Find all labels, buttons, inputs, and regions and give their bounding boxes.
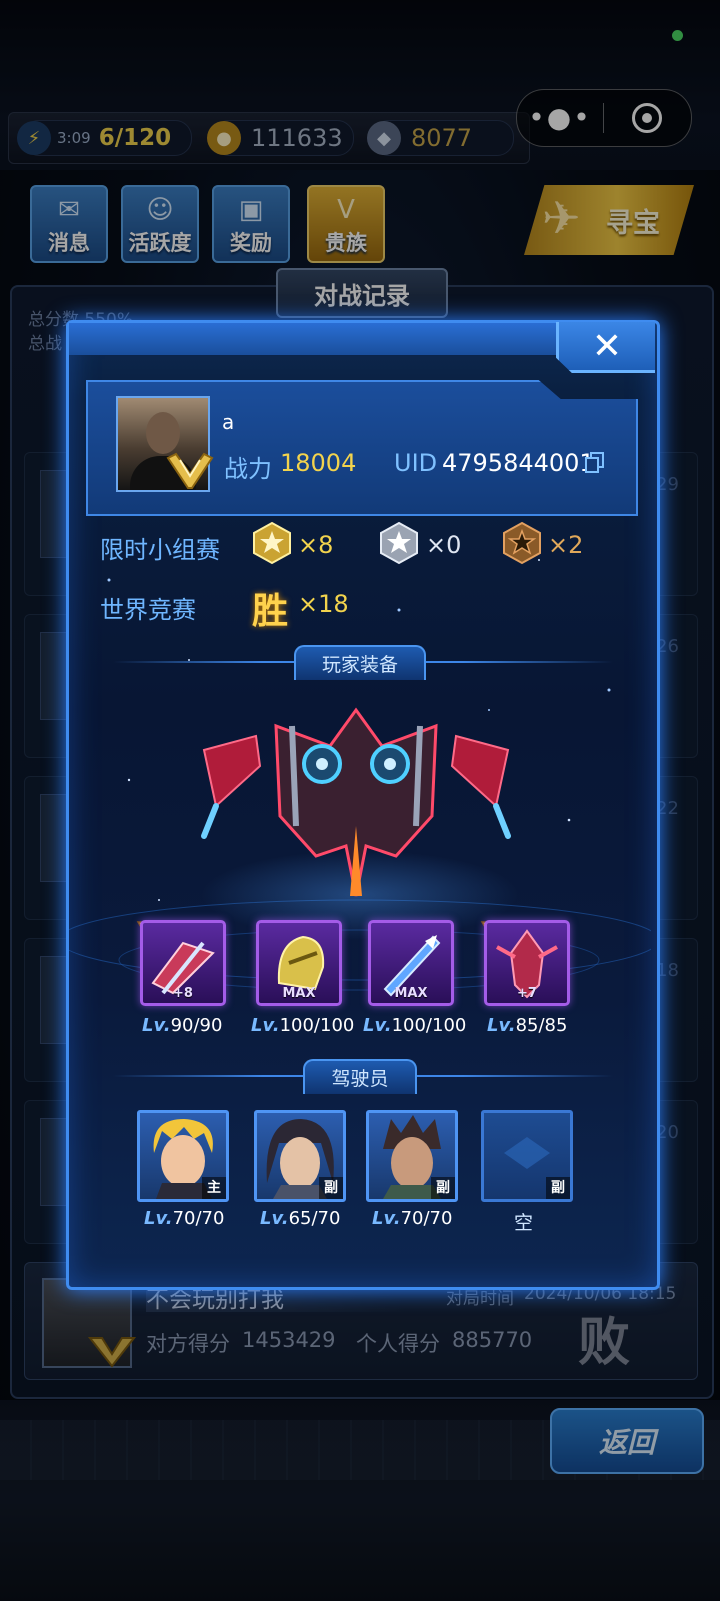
pilot-level: Lv.65/70 — [260, 1208, 341, 1229]
pilot-level: Lv.70/70 — [144, 1208, 225, 1229]
pilot-slot-main[interactable]: 主 — [137, 1110, 229, 1202]
equipment-level: Lv.90/90 — [142, 1015, 223, 1036]
silver-medal-icon — [380, 521, 418, 565]
power-value: 18004 — [280, 449, 357, 477]
equipment-title: 玩家装备 — [293, 644, 426, 680]
uid-label: UID — [394, 449, 438, 477]
pilot-role-tag: 副 — [546, 1177, 570, 1199]
bronze-medal-icon — [503, 521, 541, 565]
pilots-section-header: 驾驶员 — [69, 1058, 651, 1094]
equipment-level: Lv.100/100 — [251, 1015, 355, 1036]
pilots-title: 驾驶员 — [303, 1058, 417, 1094]
pilot-slot-sub-2[interactable]: 副 — [366, 1110, 458, 1202]
equipment-tag: MAX — [282, 986, 316, 1001]
uid-value: 4795844001 — [442, 449, 595, 477]
close-button[interactable]: ✕ — [556, 322, 655, 373]
empty-pilot-label: 空 — [514, 1212, 534, 1234]
pilot-slot-empty[interactable]: 副 — [481, 1110, 573, 1202]
player-name: a — [222, 410, 235, 434]
equipment-slot-mech[interactable]: +7 — [484, 920, 570, 1006]
equipment-tag: +8 — [173, 986, 193, 1001]
v-rank-badge-icon — [166, 452, 214, 489]
equipment-tag: MAX — [394, 986, 428, 1001]
pilot-role-tag: 主 — [202, 1177, 226, 1199]
gold-medal-icon — [253, 521, 291, 565]
pilot-role-tag: 副 — [431, 1177, 455, 1199]
fighter-ship-illustration — [201, 707, 511, 897]
equipment-level: Lv.100/100 — [363, 1015, 467, 1036]
copy-icon[interactable] — [585, 452, 605, 474]
power-label: 战力 — [224, 455, 272, 483]
win-count: ×18 — [298, 590, 349, 618]
bronze-medal-count: ×2 — [548, 531, 584, 559]
gold-medal-count: ×8 — [298, 531, 334, 559]
equipment-section-header: 玩家装备 — [69, 644, 651, 680]
pilot-role-tag: 副 — [319, 1177, 343, 1199]
limited-group-label: 限时小组赛 — [100, 536, 220, 564]
equipment-tag: +7 — [517, 986, 537, 1001]
equipment-level: Lv.85/85 — [487, 1015, 568, 1036]
world-competition-label: 世界竞赛 — [100, 596, 196, 624]
pilot-level: Lv.70/70 — [372, 1208, 453, 1229]
equipment-slot-fighter[interactable]: +8 — [140, 920, 226, 1006]
equipment-slot-missile[interactable]: MAX — [368, 920, 454, 1006]
win-icon: 胜 — [252, 591, 289, 632]
equipment-slot-armor[interactable]: MAX — [256, 920, 342, 1006]
pilot-slot-sub-1[interactable]: 副 — [254, 1110, 346, 1202]
silver-medal-count: ×0 — [426, 531, 462, 559]
